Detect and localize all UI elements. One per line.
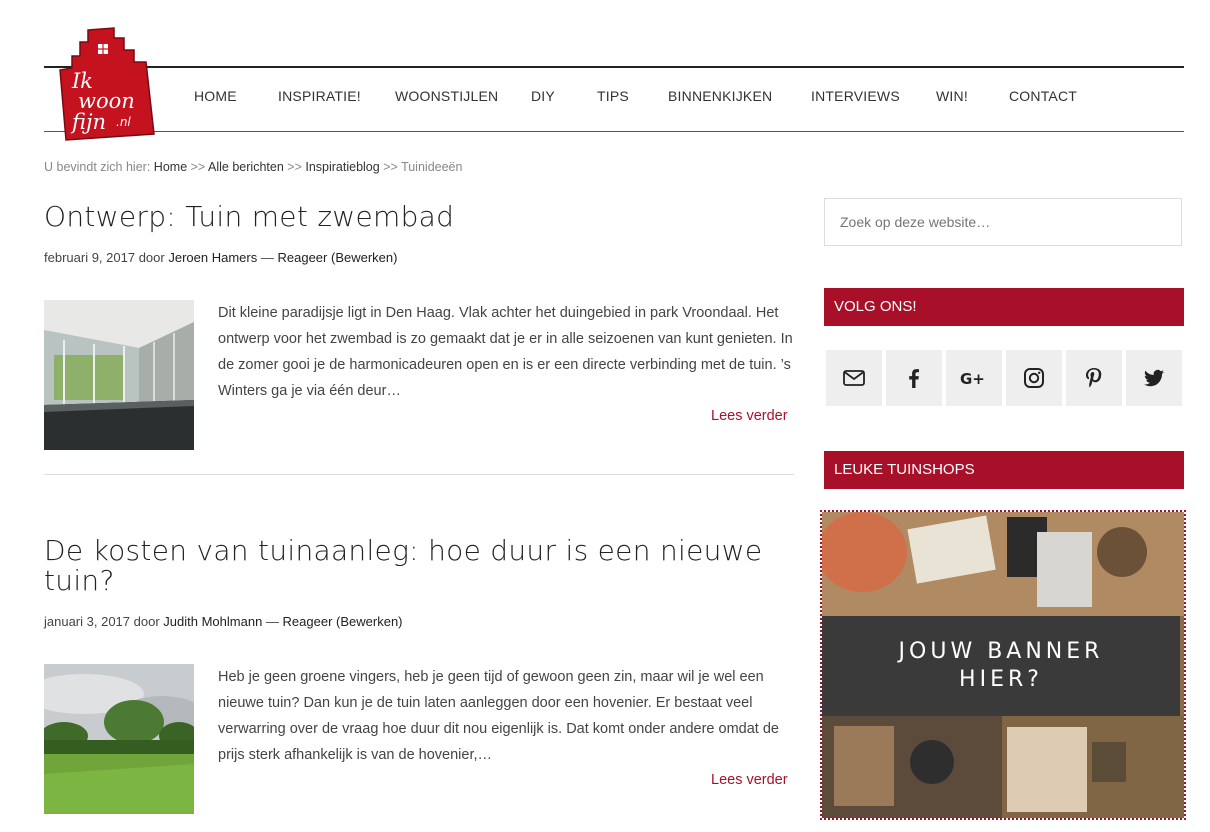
twitter-icon: [1144, 369, 1164, 387]
social-mail-button[interactable]: [826, 350, 882, 406]
nav-diy[interactable]: DIY: [531, 88, 597, 104]
main-nav: HOME INSPIRATIE! WOONSTIJLEN DIY TIPS BI…: [172, 88, 1089, 104]
mail-icon: [843, 370, 865, 386]
social-pinterest-button[interactable]: [1066, 350, 1122, 406]
post-by: door: [138, 250, 165, 265]
read-more-link[interactable]: Lees verder: [711, 408, 788, 424]
facebook-icon: [909, 369, 919, 388]
nav-inspiratie[interactable]: INSPIRATIE!: [278, 88, 395, 104]
breadcrumb: U bevindt zich hier: Home >> Alle berich…: [44, 160, 462, 174]
post-thumbnail-pool[interactable]: [44, 300, 194, 450]
post-excerpt: Heb je geen groene vingers, heb je geen …: [218, 669, 779, 763]
nav-contact[interactable]: CONTACT: [1009, 88, 1089, 104]
breadcrumb-sep: >>: [190, 160, 206, 174]
post-excerpt: Dit kleine paradijsje ligt in Den Haag. …: [218, 305, 793, 399]
nav-tips[interactable]: TIPS: [597, 88, 668, 104]
post-reply-link[interactable]: Reageer: [283, 614, 333, 629]
widget-title-follow: VOLG ONS!: [824, 288, 1184, 326]
post-reply-link[interactable]: Reageer: [277, 250, 327, 265]
read-more-link[interactable]: Lees verder: [711, 772, 788, 788]
nav-binnenkijken[interactable]: BINNENKIJKEN: [668, 88, 811, 104]
post-date: januari 3, 2017: [44, 614, 131, 629]
garden-lawn-image: [44, 664, 194, 814]
post-dash: —: [265, 614, 279, 629]
pool-house-image: [44, 300, 194, 450]
post-meta: januari 3, 2017 door Judith Mohlmann — R…: [44, 614, 403, 629]
social-instagram-button[interactable]: [1006, 350, 1062, 406]
pinterest-icon: [1086, 368, 1102, 388]
nav-home[interactable]: HOME: [194, 88, 278, 104]
post-thumbnail-garden[interactable]: [44, 664, 194, 814]
breadcrumb-sep: >>: [287, 160, 302, 174]
svg-text:fijn: fijn: [70, 110, 106, 134]
breadcrumb-alle-berichten[interactable]: Alle berichten: [208, 160, 284, 174]
nav-win[interactable]: WIN!: [936, 88, 1009, 104]
post-title[interactable]: Ontwerp: Tuin met zwembad: [44, 202, 454, 232]
post-separator: [44, 474, 794, 475]
post-title[interactable]: De kosten van tuinaanleg: hoe duur is ee…: [44, 536, 764, 596]
post-author[interactable]: Jeroen Hamers: [168, 250, 257, 265]
nav-woonstijlen[interactable]: WOONSTIJLEN: [395, 88, 531, 104]
google-plus-icon: G+: [960, 370, 985, 388]
widget-title-shops: LEUKE TUINSHOPS: [824, 451, 1184, 489]
header-bottom-rule: [44, 131, 1184, 132]
breadcrumb-sep: >>: [383, 160, 398, 174]
breadcrumb-current: Tuinideeën: [401, 160, 463, 174]
post-edit-link[interactable]: (Bewerken): [331, 250, 397, 265]
nav-interviews[interactable]: INTERVIEWS: [811, 88, 936, 104]
ad-banner[interactable]: JOUW BANNER HIER?: [820, 510, 1186, 820]
logo-house-icon: Ik woon fijn .nl: [59, 27, 155, 141]
header-top-rule: [44, 66, 1184, 68]
instagram-icon: [1024, 368, 1044, 388]
banner-line1: JOUW BANNER: [898, 639, 1104, 664]
banner-line2: HIER?: [959, 667, 1043, 692]
banner-text: JOUW BANNER HIER?: [822, 616, 1180, 716]
social-twitter-button[interactable]: [1126, 350, 1182, 406]
svg-text:.nl: .nl: [116, 115, 131, 129]
breadcrumb-prefix: U bevindt zich hier:: [44, 160, 151, 174]
post-by: door: [133, 614, 160, 629]
svg-text:G+: G+: [960, 370, 985, 388]
post-edit-link[interactable]: (Bewerken): [336, 614, 402, 629]
post-date: februari 9, 2017: [44, 250, 136, 265]
post-dash: —: [260, 250, 274, 265]
post-author[interactable]: Judith Mohlmann: [163, 614, 262, 629]
social-googleplus-button[interactable]: G+: [946, 350, 1002, 406]
post-meta: februari 9, 2017 door Jeroen Hamers — Re…: [44, 250, 397, 265]
social-facebook-button[interactable]: [886, 350, 942, 406]
site-logo[interactable]: Ik woon fijn .nl: [58, 26, 158, 144]
breadcrumb-home[interactable]: Home: [154, 160, 187, 174]
breadcrumb-inspiratieblog[interactable]: Inspiratieblog: [305, 160, 379, 174]
search-input[interactable]: [824, 198, 1182, 246]
